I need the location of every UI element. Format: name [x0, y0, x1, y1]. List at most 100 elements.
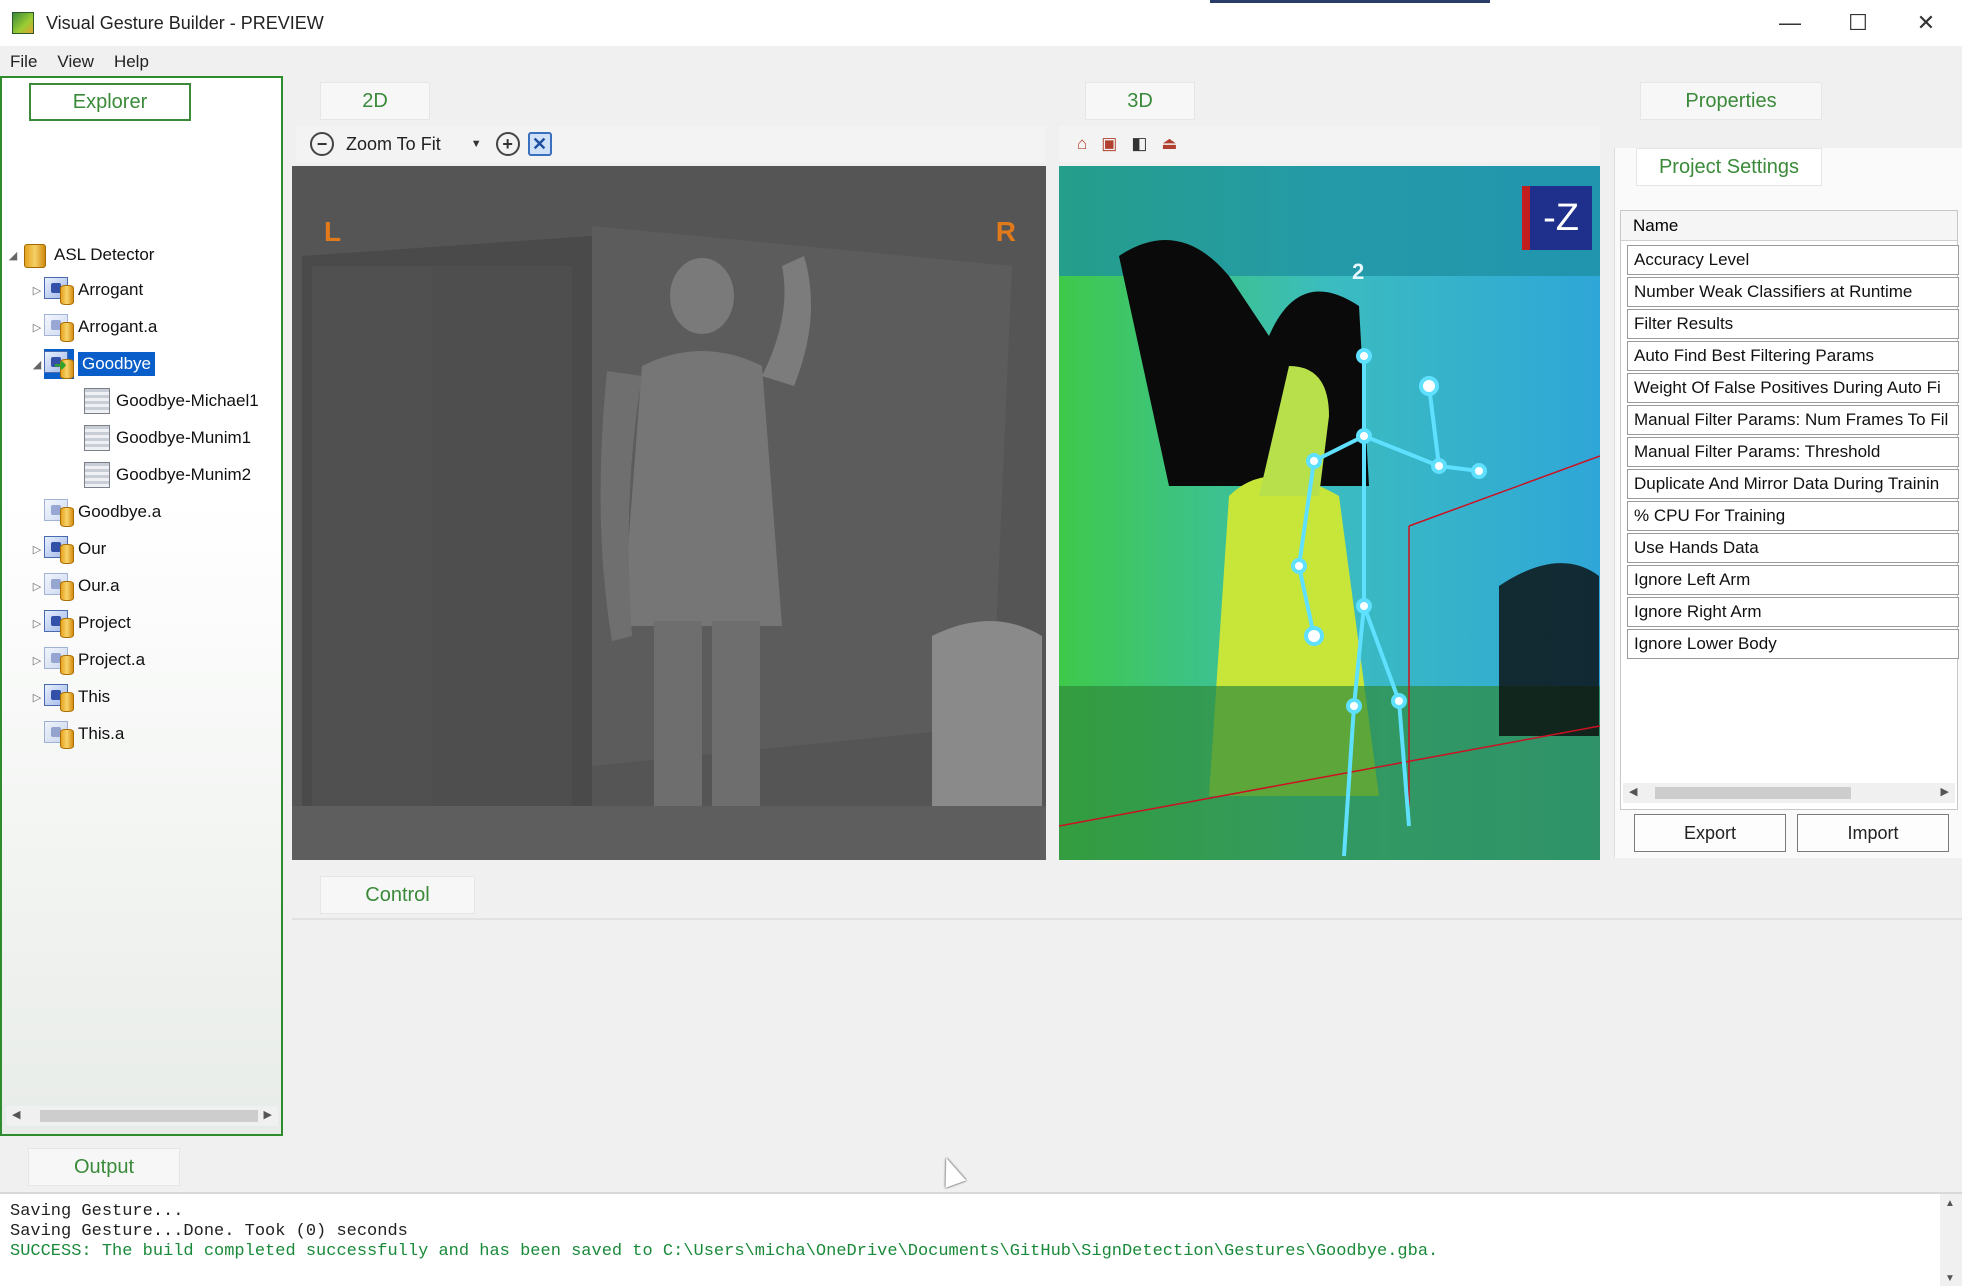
point-cloud-view[interactable]: 2 -Z	[1059, 166, 1600, 860]
property-row[interactable]: Use Hands Data	[1627, 533, 1959, 563]
front-view-icon[interactable]: ▣	[1101, 134, 1117, 154]
property-row[interactable]: Manual Filter Params: Num Frames To Fil	[1627, 405, 1959, 435]
property-row[interactable]: Accuracy Level	[1627, 245, 1959, 275]
property-row[interactable]: Manual Filter Params: Threshold	[1627, 437, 1959, 467]
tree-item-label: Goodbye-Michael1	[116, 391, 259, 410]
expand-arrow-icon[interactable]: ▷	[30, 580, 44, 593]
property-row[interactable]: % CPU For Training	[1627, 501, 1959, 531]
project-settings-tab[interactable]: Project Settings	[1636, 148, 1822, 186]
tree-item-label: Goodbye	[78, 352, 155, 376]
depth-image-view[interactable]: L R	[292, 166, 1046, 860]
scroll-thumb[interactable]	[40, 1110, 258, 1122]
tab-explorer[interactable]: Explorer	[29, 83, 191, 121]
menu-view[interactable]: View	[47, 52, 104, 72]
right-marker: R	[995, 216, 1016, 247]
scroll-right-icon[interactable]: ▶	[264, 1108, 272, 1121]
point-cloud-graphic	[1059, 166, 1600, 860]
property-row[interactable]: Duplicate And Mirror Data During Trainin	[1627, 469, 1959, 499]
axis-cube[interactable]: -Z	[1522, 186, 1592, 250]
zoom-dropdown-icon[interactable]: ▼	[471, 138, 482, 150]
window-title: Visual Gesture Builder - PREVIEW	[46, 12, 324, 33]
explorer-horizontal-scrollbar[interactable]: ◀ ▶	[6, 1106, 278, 1126]
properties-grid: Name Accuracy Level Number Weak Classifi…	[1620, 210, 1959, 810]
database-icon	[44, 497, 74, 527]
collapse-arrow-icon[interactable]: ◢	[30, 358, 44, 371]
property-row[interactable]: Number Weak Classifiers at Runtime	[1627, 277, 1959, 307]
expand-arrow-icon[interactable]: ▷	[30, 691, 44, 704]
tree-item[interactable]: Goodbye-Munim1	[82, 421, 251, 455]
output-log[interactable]: Saving Gesture... Saving Gesture...Done.…	[0, 1192, 1962, 1286]
tab-output[interactable]: Output	[28, 1148, 180, 1186]
scroll-down-icon[interactable]: ▼	[1945, 1273, 1955, 1284]
active-arrow-icon: ➜	[54, 357, 67, 374]
depth-scene-graphic	[292, 166, 1046, 860]
property-row[interactable]: Ignore Lower Body	[1627, 629, 1959, 659]
tree-item-label: Goodbye-Munim2	[116, 465, 252, 484]
database-icon	[44, 571, 74, 601]
tab-properties[interactable]: Properties	[1640, 82, 1822, 120]
property-row[interactable]: Weight Of False Positives During Auto Fi	[1627, 373, 1959, 403]
maximize-button[interactable]: ☐	[1824, 0, 1892, 46]
tree-item[interactable]: Goodbye-Munim2	[82, 458, 251, 492]
collapse-arrow-icon[interactable]: ◢	[6, 249, 20, 262]
menu-file[interactable]: File	[0, 52, 47, 72]
import-button[interactable]: Import	[1797, 814, 1949, 852]
fit-view-icon[interactable]: ✕	[527, 132, 552, 156]
menu-bar: File View Help	[0, 48, 1962, 76]
expand-arrow-icon[interactable]: ▷	[30, 321, 44, 334]
tab-2d[interactable]: 2D	[320, 82, 430, 120]
close-button[interactable]: ✕	[1892, 0, 1960, 46]
tree-root[interactable]: ◢ ASL Detector	[6, 238, 154, 272]
scroll-thumb[interactable]	[1655, 787, 1851, 799]
tree-item[interactable]: Goodbye-Michael1	[82, 384, 259, 418]
tree-item[interactable]: ▷ Arrogant.a	[30, 310, 157, 344]
tree-item[interactable]: Goodbye.a	[44, 495, 161, 529]
tree-item[interactable]: ▷ Arrogant	[30, 273, 143, 307]
property-row[interactable]: Auto Find Best Filtering Params	[1627, 341, 1959, 371]
database-icon	[44, 719, 74, 749]
tree-item-selected[interactable]: ◢ Goodbye ➜	[30, 347, 155, 381]
tab-3d[interactable]: 3D	[1085, 82, 1195, 120]
gesture-project-icon	[44, 608, 74, 638]
database-icon	[44, 645, 74, 675]
column-header-name[interactable]: Name	[1621, 211, 1957, 241]
tree-item[interactable]: ▷ Our.a	[30, 569, 120, 603]
zoom-in-icon[interactable]: +	[495, 132, 520, 156]
gesture-project-icon	[44, 534, 74, 564]
menu-help[interactable]: Help	[104, 52, 159, 72]
expand-arrow-icon[interactable]: ▷	[30, 543, 44, 556]
side-view-icon[interactable]: ◧	[1131, 134, 1147, 154]
tree-root-label: ASL Detector	[54, 245, 155, 264]
tree-item[interactable]: ▷ Project	[30, 606, 131, 640]
tree-item[interactable]: ▷ This	[30, 680, 110, 714]
zoom-out-icon[interactable]: −	[310, 132, 334, 156]
tree-item[interactable]: This.a	[44, 717, 124, 751]
database-folder-icon	[20, 240, 50, 270]
properties-horizontal-scrollbar[interactable]: ◀ ▶	[1623, 783, 1955, 803]
property-row[interactable]: Ignore Right Arm	[1627, 597, 1959, 627]
home-view-icon[interactable]: ⌂	[1077, 134, 1087, 154]
output-vertical-scrollbar[interactable]: ▲ ▼	[1940, 1194, 1962, 1286]
scroll-right-icon[interactable]: ▶	[1941, 785, 1949, 798]
scroll-left-icon[interactable]: ◀	[1629, 785, 1637, 798]
expand-arrow-icon[interactable]: ▷	[30, 654, 44, 667]
output-line: Saving Gesture...Done. Took (0) seconds	[10, 1222, 408, 1241]
tree-item[interactable]: ▷ Project.a	[30, 643, 145, 677]
property-row[interactable]: Filter Results	[1627, 309, 1959, 339]
tree-item-label: Project.a	[78, 650, 146, 669]
export-button[interactable]: Export	[1634, 814, 1786, 852]
scroll-up-icon[interactable]: ▲	[1945, 1198, 1955, 1209]
gesture-project-icon	[44, 682, 74, 712]
minimize-button[interactable]: —	[1756, 0, 1824, 46]
property-row[interactable]: Ignore Left Arm	[1627, 565, 1959, 595]
tab-control[interactable]: Control	[320, 876, 475, 914]
tree-item[interactable]: ▷ Our	[30, 532, 106, 566]
clip-icon	[82, 386, 112, 416]
top-view-icon[interactable]: ⏏	[1161, 134, 1177, 154]
control-divider	[292, 918, 1962, 920]
zoom-mode-select[interactable]: Zoom To Fit	[346, 134, 441, 155]
tree-item-label: Our	[78, 539, 107, 558]
scroll-left-icon[interactable]: ◀	[12, 1108, 20, 1121]
expand-arrow-icon[interactable]: ▷	[30, 284, 44, 297]
expand-arrow-icon[interactable]: ▷	[30, 617, 44, 630]
